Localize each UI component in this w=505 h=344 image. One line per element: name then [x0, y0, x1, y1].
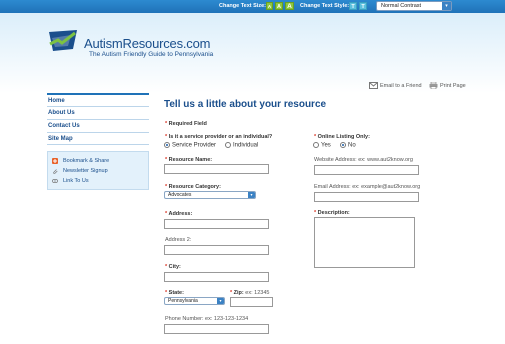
- provider-type-label: * Is it a service provider or an individ…: [165, 134, 273, 140]
- link-to-us-link[interactable]: Link To Us: [52, 176, 144, 186]
- sidebar-item-home[interactable]: Home: [47, 93, 149, 106]
- radio-unselected-icon: [313, 142, 319, 148]
- chain-link-icon: [52, 178, 58, 183]
- state-label: * State:: [165, 290, 184, 296]
- address2-label: Address 2:: [165, 237, 192, 243]
- email-label: Email Address: ex: example@aut2know.org: [314, 184, 421, 190]
- radio-selected-icon: [340, 142, 346, 148]
- bookmark-share-icon: [52, 157, 58, 164]
- required-field-note: * Required Field: [165, 121, 207, 127]
- sidebar-item-site-map[interactable]: Site Map: [47, 132, 149, 145]
- chevron-down-icon: ▾: [217, 298, 224, 304]
- newsletter-signup-label: Newsletter Signup: [63, 168, 108, 174]
- description-textarea[interactable]: [314, 217, 415, 268]
- resource-name-input[interactable]: [164, 164, 269, 174]
- sidebar-nav: Home About Us Contact Us Site Map: [47, 93, 149, 145]
- zip-label: * Zip: ex: 12345: [230, 290, 270, 296]
- bookmark-share-label: Bookmark & Share: [63, 158, 110, 164]
- text-style-serif-button[interactable]: T: [349, 2, 357, 10]
- phone-input[interactable]: [164, 324, 269, 334]
- radio-service-provider[interactable]: Service Provider: [164, 142, 216, 149]
- newsletter-signup-link[interactable]: Newsletter Signup: [52, 166, 144, 176]
- phone-label: Phone Number: ex: 123-123-1234: [165, 316, 249, 322]
- description-label: * Description:: [314, 210, 350, 216]
- email-friend-link[interactable]: Email to a Friend: [369, 82, 422, 89]
- print-page-link[interactable]: Print Page: [429, 82, 466, 89]
- site-header: AutismResources.com The Autism Friendly …: [0, 13, 505, 93]
- city-input[interactable]: [164, 272, 269, 282]
- contrast-select-value: Normal Contrast: [381, 3, 422, 9]
- radio-online-yes[interactable]: Yes: [313, 142, 331, 149]
- address-input[interactable]: [164, 219, 269, 229]
- email-input[interactable]: [314, 192, 419, 202]
- keystone-logo-icon: [49, 30, 77, 51]
- site-tagline: The Autism Friendly Guide to Pennsylvani…: [89, 51, 214, 58]
- site-title[interactable]: AutismResources.com: [84, 36, 210, 51]
- bookmark-share-link[interactable]: Bookmark & Share: [52, 156, 144, 166]
- zip-input[interactable]: [230, 297, 273, 307]
- required-star: *: [165, 121, 168, 127]
- address-label: * Address:: [165, 211, 193, 217]
- resource-category-value: Advocates: [168, 192, 192, 198]
- state-value: Pennsylvania: [168, 298, 198, 304]
- city-label: * City:: [165, 264, 181, 270]
- radio-unselected-icon: [225, 142, 231, 148]
- resource-category-select[interactable]: Advocates ▾: [164, 191, 256, 199]
- online-listing-label: * Online Listing Only:: [314, 134, 370, 140]
- share-links-box: Bookmark & Share Newsletter Signup Link …: [47, 151, 149, 190]
- text-size-medium-button[interactable]: A: [275, 2, 283, 10]
- sidebar-item-contact-us[interactable]: Contact Us: [47, 119, 149, 132]
- text-style-label: Change Text Style:: [300, 3, 350, 9]
- envelope-icon: [369, 82, 378, 89]
- chevron-down-icon: ▾: [442, 2, 451, 10]
- address2-input[interactable]: [164, 245, 269, 255]
- page-title: Tell us a little about your resource: [164, 99, 327, 110]
- contrast-select[interactable]: Normal Contrast ▾: [376, 1, 452, 11]
- text-size-large-button[interactable]: A: [285, 2, 294, 10]
- radio-online-no[interactable]: No: [340, 142, 356, 149]
- sidebar-item-about-us[interactable]: About Us: [47, 106, 149, 119]
- email-friend-label: Email to a Friend: [380, 82, 422, 89]
- print-page-label: Print Page: [440, 82, 466, 89]
- chevron-down-icon: ▾: [248, 192, 255, 198]
- radio-selected-icon: [164, 142, 170, 148]
- radio-individual[interactable]: Individual: [225, 142, 258, 149]
- text-size-label: Change Text Size:: [219, 3, 266, 9]
- state-select[interactable]: Pennsylvania ▾: [164, 297, 225, 305]
- text-size-small-button[interactable]: A: [266, 2, 273, 10]
- website-input[interactable]: [314, 165, 419, 175]
- resource-category-label: * Resource Category:: [165, 184, 221, 190]
- accessibility-toolbar: Change Text Size: A A A Change Text Styl…: [0, 0, 505, 13]
- resource-name-label: * Resource Name:: [165, 157, 213, 163]
- printer-icon: [429, 82, 438, 89]
- text-style-sans-button[interactable]: T: [359, 2, 367, 10]
- paperclip-icon: [53, 168, 58, 174]
- link-to-us-label: Link To Us: [63, 178, 89, 184]
- website-label: Website Address: ex: www.aut2know.org: [314, 157, 413, 163]
